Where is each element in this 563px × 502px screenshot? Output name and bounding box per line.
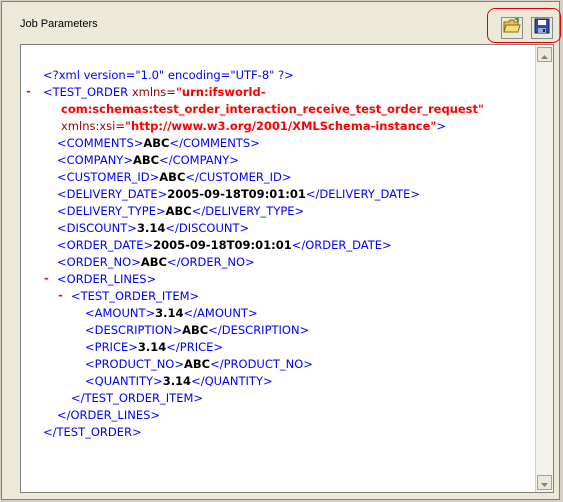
xml-open-tag: <DELIVERY_TYPE>: [57, 204, 166, 218]
arrow-up-icon: [541, 46, 548, 64]
xml-open-tag: <DESCRIPTION>: [85, 323, 183, 337]
xml-element-line: <COMPANY>ABC</COMPANY>: [57, 152, 239, 168]
xml-root-open-line3: xmlns:xsi="http://www.w3.org/2001/XMLSch…: [61, 118, 446, 134]
xml-close-tag: </DELIVERY_DATE>: [305, 187, 421, 201]
xml-value: ABC: [159, 170, 186, 184]
panel-title: Job Parameters: [20, 18, 98, 30]
xml-close-tag: </CUSTOMER_ID>: [185, 170, 292, 184]
job-parameters-panel: Job Parameters <?xml version="1.0" encod…: [1, 1, 561, 500]
xml-element-line: <CUSTOMER_ID>ABC</CUSTOMER_ID>: [57, 169, 292, 185]
xml-element-line: <DELIVERY_DATE>2005-09-18T09:01:01</DELI…: [57, 186, 420, 202]
xml-value: ABC: [140, 255, 167, 269]
xml-element-line: <DELIVERY_TYPE>ABC</DELIVERY_TYPE>: [57, 203, 304, 219]
xml-value: ABC: [132, 153, 160, 167]
xml-open-tag: <ORDER_NO>: [57, 255, 141, 269]
xml-root-close: </TEST_ORDER>: [43, 424, 142, 440]
xml-close-tag: </TEST_ORDER_ITEM>: [71, 391, 204, 405]
xml-open-tag: <COMMENTS>: [57, 136, 144, 150]
xml-close-tag: </PRODUCT_NO>: [210, 357, 313, 371]
xml-order-item-open: <TEST_ORDER_ITEM>: [71, 288, 199, 304]
xml-close-tag: </ORDER_NO>: [166, 255, 255, 269]
xml-viewer[interactable]: <?xml version="1.0" encoding="UTF-8" ?> …: [20, 44, 554, 493]
scroll-down-button[interactable]: [537, 475, 552, 490]
xml-value: ABC: [183, 357, 211, 371]
xml-element-line: <AMOUNT>3.14</AMOUNT>: [85, 305, 258, 321]
xml-close-tag: </ORDER_DATE>: [291, 238, 392, 252]
xml-element-line: <DISCOUNT>3.14</DISCOUNT>: [57, 220, 249, 236]
xml-element-line: <COMMENTS>ABC</COMMENTS>: [57, 135, 260, 151]
xml-open-tag: <ORDER_LINES>: [57, 272, 157, 286]
xml-order-item-close: </TEST_ORDER_ITEM>: [71, 390, 203, 406]
xml-open-tag: <DELIVERY_DATE>: [57, 187, 168, 201]
xml-close-tag: </ORDER_LINES>: [57, 408, 161, 422]
xml-root-open-line2: com:schemas:test_order_interaction_recei…: [61, 101, 484, 117]
xml-root-tag: <TEST_ORDER: [43, 85, 129, 99]
arrow-down-icon: [541, 474, 548, 492]
xml-element-line: <PRODUCT_NO>ABC</PRODUCT_NO>: [85, 356, 313, 372]
xml-open-tag: <AMOUNT>: [85, 306, 156, 320]
collapse-toggle-order-item[interactable]: -: [57, 287, 64, 303]
xml-root-open-line1: <TEST_ORDER xmlns="urn:ifsworld-: [43, 84, 266, 100]
xml-value: 3.14: [137, 340, 167, 354]
xml-element-line: <ORDER_DATE>2005-09-18T09:01:01</ORDER_D…: [57, 237, 392, 253]
xml-close-tag: </TEST_ORDER>: [43, 425, 142, 439]
xml-declaration: <?xml version="1.0" encoding="UTF-8" ?>: [43, 68, 294, 82]
xml-close-tag: </COMPANY>: [159, 153, 239, 167]
xml-element-line: <DESCRIPTION>ABC</DESCRIPTION>: [85, 322, 309, 338]
xml-close-tag: </AMOUNT>: [183, 306, 258, 320]
vertical-scrollbar[interactable]: [535, 45, 553, 492]
xml-open-tag: <ORDER_DATE>: [57, 238, 154, 252]
xml-value: ABC: [165, 204, 192, 218]
xml-close-tag: </COMMENTS>: [169, 136, 260, 150]
xml-attr-name: xmlns=: [131, 85, 176, 99]
xml-close-tag: </QUANTITY>: [191, 374, 273, 388]
xml-value: 2005-09-18T09:01:01: [167, 187, 306, 201]
open-button[interactable]: [501, 17, 523, 39]
xml-close-tag: </PRICE>: [166, 340, 224, 354]
collapse-toggle-root[interactable]: -: [25, 83, 32, 99]
xml-open-tag: <PRODUCT_NO>: [85, 357, 184, 371]
xml-open-tag: <TEST_ORDER_ITEM>: [71, 289, 200, 303]
xml-open-tag: <COMPANY>: [57, 153, 133, 167]
floppy-disk-save-icon: [534, 18, 550, 39]
xml-open-tag: <DISCOUNT>: [57, 221, 137, 235]
xml-element-line: <ORDER_NO>ABC</ORDER_NO>: [57, 254, 255, 270]
xml-attr-value: "http://www.w3.org/2001/XMLSchema-instan…: [125, 119, 437, 133]
xml-element-line: <PRICE>3.14</PRICE>: [85, 339, 223, 355]
collapse-toggle-order-lines[interactable]: -: [43, 270, 50, 286]
save-button[interactable]: [531, 17, 553, 39]
scroll-up-button[interactable]: [537, 47, 552, 62]
xml-close-tag: </DELIVERY_TYPE>: [191, 204, 305, 218]
xml-attr-name: xmlns:xsi=: [61, 119, 125, 133]
xml-value: ABC: [182, 323, 209, 337]
xml-open-tag: <CUSTOMER_ID>: [57, 170, 160, 184]
xml-order-lines-close: </ORDER_LINES>: [57, 407, 160, 423]
xml-attr-value: "urn:ifsworld-: [175, 85, 266, 99]
xml-value: 3.14: [162, 374, 192, 388]
xml-open-tag: <QUANTITY>: [85, 374, 163, 388]
xml-tag: >: [436, 119, 447, 133]
xml-order-lines-open: <ORDER_LINES>: [57, 271, 156, 287]
xml-element-line: <QUANTITY>3.14</QUANTITY>: [85, 373, 273, 389]
xml-value: 3.14: [136, 221, 166, 235]
xml-value: 2005-09-18T09:01:01: [153, 238, 292, 252]
xml-close-tag: </DISCOUNT>: [165, 221, 250, 235]
xml-value: ABC: [143, 136, 170, 150]
open-folder-icon: [503, 17, 521, 39]
xml-open-tag: <PRICE>: [85, 340, 138, 354]
xml-close-tag: </DESCRIPTION>: [208, 323, 310, 337]
toolbar-highlight: [487, 8, 561, 43]
xml-value: 3.14: [155, 306, 184, 320]
xml-attr-value: com:schemas:test_order_interaction_recei…: [61, 102, 485, 116]
